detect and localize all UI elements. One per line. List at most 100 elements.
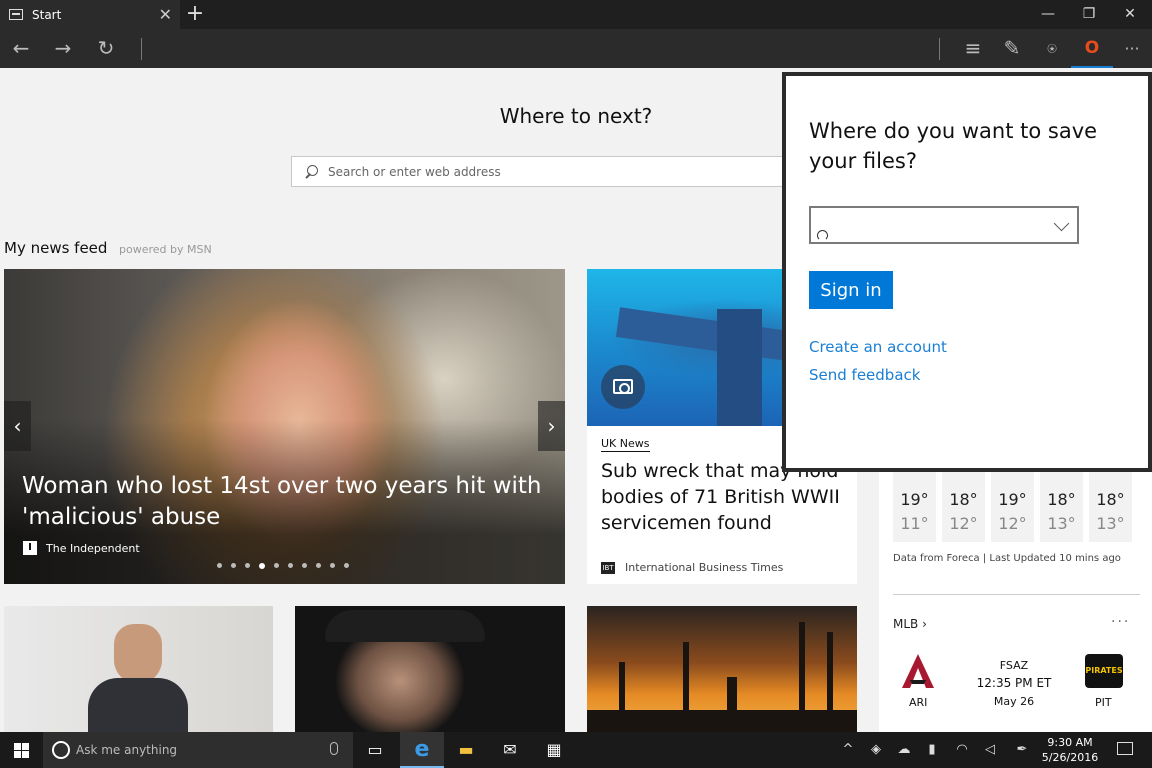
hub-icon[interactable]: ≡ <box>952 29 994 68</box>
office-save-popup: Where do you want to save your files? Si… <box>782 72 1152 472</box>
carousel-dot[interactable] <box>302 563 307 568</box>
file-explorer-icon[interactable]: ▬ <box>444 732 488 768</box>
wifi-icon[interactable]: ◠ <box>948 732 976 768</box>
ibt-logo-icon: IBT <box>601 562 615 574</box>
cortana-placeholder: Ask me anything <box>76 743 178 757</box>
weather-high: 18° <box>1096 490 1125 509</box>
featured-story-carousel[interactable]: ‹ › Woman who lost 14st over two years h… <box>4 269 565 584</box>
carousel-dot[interactable] <box>316 563 321 568</box>
weather-high: 19° <box>998 490 1027 509</box>
carousel-dot[interactable] <box>330 563 335 568</box>
battery-icon[interactable]: ▮ <box>918 732 946 768</box>
carousel-dot[interactable] <box>231 563 236 568</box>
camera-icon <box>613 379 633 394</box>
office-extension-icon[interactable]: O <box>1071 29 1113 68</box>
sub-tower-shape <box>717 309 762 426</box>
web-note-icon[interactable]: ✎ <box>991 29 1033 68</box>
new-tab-button[interactable]: + <box>185 1 205 27</box>
game-time: 12:35 PM ET <box>976 676 1052 690</box>
cortana-icon <box>52 741 70 759</box>
weather-day[interactable]: 19° 12° <box>991 462 1034 542</box>
pen-workspace-icon[interactable]: ✒ <box>1008 732 1036 768</box>
portrait-hat <box>325 610 485 642</box>
carousel-dot[interactable] <box>274 563 279 568</box>
store-icon[interactable]: ▦ <box>532 732 576 768</box>
weather-footer: Data from Foreca | Last Updated 10 mins … <box>893 553 1121 564</box>
carousel-dot[interactable] <box>288 563 293 568</box>
title-bar: Start ✕ + — ❐ ✕ <box>0 0 1152 29</box>
carousel-dot[interactable] <box>344 563 349 568</box>
close-window-button[interactable]: ✕ <box>1110 0 1150 29</box>
powered-by-label: powered by MSN <box>119 243 212 256</box>
carousel-dot[interactable] <box>259 563 265 569</box>
mail-icon[interactable]: ✉ <box>488 732 532 768</box>
story-source: International Business Times <box>625 561 784 574</box>
carousel-pagination <box>217 563 349 569</box>
tab-start[interactable]: Start ✕ <box>0 0 180 29</box>
refresh-icon[interactable]: ↻ <box>85 29 127 68</box>
carousel-dot[interactable] <box>245 563 250 568</box>
story-category[interactable]: UK News <box>601 437 650 452</box>
weather-low: 13° <box>1047 514 1076 533</box>
taskbar: Ask me anything ▭ e ▬ ✉ ▦ ^ ◈ ☁ ▮ ◠ ◁ ✒ … <box>0 732 1152 768</box>
weather-high: 19° <box>900 490 929 509</box>
mlb-title-link[interactable]: MLB › <box>893 617 927 631</box>
defender-shield-icon[interactable]: ◈ <box>862 732 890 768</box>
system-clock[interactable]: 9:30 AM 5/26/2016 <box>1040 735 1100 765</box>
carousel-prev-button[interactable]: ‹ <box>4 401 31 451</box>
action-center-icon[interactable] <box>1117 742 1133 755</box>
tab-close-icon[interactable]: ✕ <box>159 5 172 24</box>
forward-icon[interactable]: → <box>42 29 84 68</box>
pirates-logo-icon: PIRATES <box>1085 654 1123 688</box>
share-icon[interactable]: ⍟ <box>1031 29 1073 68</box>
microphone-icon[interactable] <box>330 742 338 755</box>
save-location-dropdown[interactable] <box>809 206 1079 244</box>
weather-low: 11° <box>900 514 929 533</box>
weather-day[interactable]: 18° 13° <box>1089 462 1132 542</box>
carousel-dot[interactable] <box>217 563 222 568</box>
game-network: FSAZ <box>999 659 1029 672</box>
create-account-link[interactable]: Create an account <box>809 338 947 356</box>
story-card-thumbnail[interactable] <box>4 606 273 732</box>
carousel-source: The Independent <box>46 542 140 555</box>
mlb-more-icon[interactable]: ··· <box>1111 614 1130 630</box>
diamondbacks-logo-icon <box>902 654 934 688</box>
windows-logo-icon <box>14 743 29 758</box>
start-button[interactable] <box>0 732 43 768</box>
sign-in-button[interactable]: Sign in <box>809 271 893 309</box>
edge-icon[interactable]: e <box>400 732 444 768</box>
weather-day[interactable]: 18° 13° <box>1040 462 1083 542</box>
search-input[interactable] <box>328 164 860 179</box>
news-feed-title: My news feed <box>4 239 108 257</box>
game-date: May 26 <box>993 695 1035 708</box>
info-panel: 19° 11° 18° 12° 19° 12° 18° 13° 18° 13° … <box>879 440 1152 732</box>
portrait-body <box>88 678 188 732</box>
nav-divider <box>141 38 142 60</box>
onedrive-cloud-icon[interactable]: ☁ <box>890 732 918 768</box>
loading-spinner-icon <box>817 230 828 241</box>
tab-page-icon <box>9 9 23 20</box>
carousel-headline[interactable]: Woman who lost 14st over two years hit w… <box>22 471 542 533</box>
industrial-skyline <box>587 710 857 732</box>
portrait-head <box>114 624 162 684</box>
chevron-down-icon <box>1053 215 1070 232</box>
clock-time: 9:30 AM <box>1047 736 1093 749</box>
panel-divider <box>893 594 1140 595</box>
show-hidden-icons[interactable]: ^ <box>834 732 862 768</box>
task-view-icon[interactable]: ▭ <box>353 732 397 768</box>
carousel-next-button[interactable]: › <box>538 401 565 451</box>
gallery-button[interactable] <box>601 365 645 409</box>
minimize-button[interactable]: — <box>1028 0 1068 29</box>
weather-day[interactable]: 19° 11° <box>893 462 936 542</box>
story-card-thumbnail[interactable] <box>295 606 565 732</box>
back-icon[interactable]: ← <box>0 29 42 68</box>
volume-icon[interactable]: ◁ <box>976 732 1004 768</box>
weather-low: 12° <box>949 514 978 533</box>
story-card-thumbnail[interactable] <box>587 606 857 732</box>
send-feedback-link[interactable]: Send feedback <box>809 366 920 384</box>
search-box[interactable] <box>291 156 861 187</box>
more-icon[interactable]: ··· <box>1111 29 1152 68</box>
weather-day[interactable]: 18° 12° <box>942 462 985 542</box>
restore-button[interactable]: ❐ <box>1069 0 1109 29</box>
cortana-search-box[interactable]: Ask me anything <box>43 732 353 768</box>
